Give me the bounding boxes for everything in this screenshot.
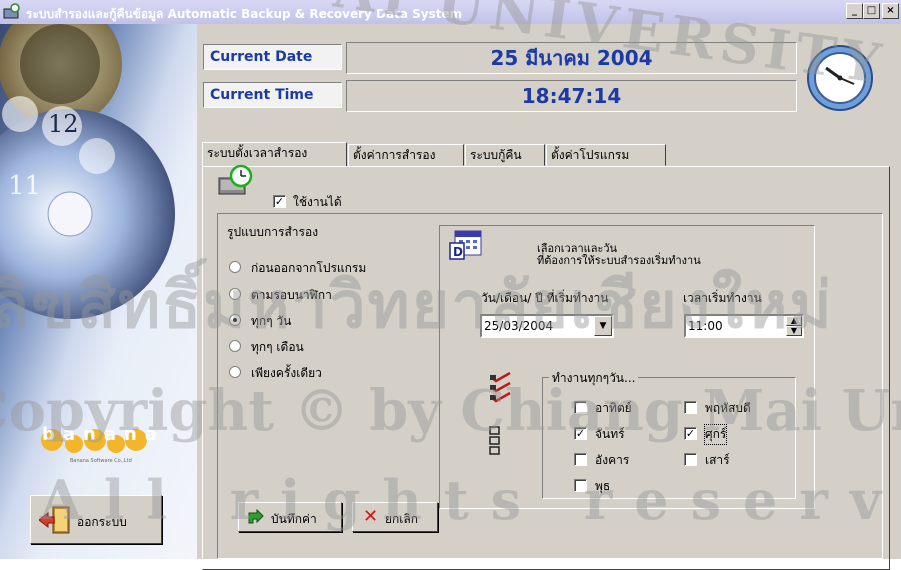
radio-daily[interactable] xyxy=(229,314,241,326)
radio-once[interactable] xyxy=(229,366,241,378)
save-button-label: บันทึกค่า xyxy=(271,512,317,526)
clock-icon xyxy=(807,45,873,111)
select-time-hint-line2: ที่ต้องการให้ระบบสำรองเริ่มทำงาน xyxy=(537,254,701,267)
start-time-label: เวลาเริ่มทำงาน xyxy=(683,291,762,305)
left-banner: 11 12 banana Banana Software Co.,Ltd ออก xyxy=(0,24,197,559)
exit-door-icon xyxy=(39,506,70,534)
logo-text: banana xyxy=(42,424,165,445)
minimize-button[interactable]: _ xyxy=(846,3,863,19)
exit-button[interactable]: ออกระบบ xyxy=(30,495,162,544)
calendar-icon: D xyxy=(449,230,482,260)
radio-monthly-label: ทุกๆ เดือน xyxy=(251,340,304,354)
maximize-button[interactable]: □ xyxy=(863,3,880,19)
svg-text:12: 12 xyxy=(48,110,79,138)
day-thursday-checkbox[interactable] xyxy=(684,401,697,414)
company-logo: banana Banana Software Co.,Ltd xyxy=(40,420,158,464)
day-thursday-label: พฤหัสบดี xyxy=(705,401,751,415)
day-sunday-checkbox[interactable] xyxy=(574,401,587,414)
current-time-value: 18:47:14 xyxy=(346,80,797,112)
exit-button-label: ออกระบบ xyxy=(77,515,127,529)
current-date-value: 25 มีนาคม 2004 xyxy=(346,42,797,74)
day-monday-label: จันทร์ xyxy=(595,427,625,441)
day-friday-checkbox[interactable]: ✓ xyxy=(684,427,697,440)
app-icon xyxy=(3,3,20,19)
radio-daily-label: ทุกๆ วัน xyxy=(251,314,292,328)
cancel-button[interactable]: ✕ ยกเลิก xyxy=(352,502,438,532)
day-saturday-label: เสาร์ xyxy=(705,453,730,467)
cancel-button-label: ยกเลิก xyxy=(385,512,419,526)
window-title: ระบบสำรองและกู้คืนข้อมูล Automatic Backu… xyxy=(26,7,463,21)
radio-once-label: เพียงครั้งเดียว xyxy=(251,366,322,380)
radio-clock-cycle[interactable] xyxy=(229,288,241,300)
empty-checklist-icon xyxy=(489,426,500,455)
days-group-title: ทำงานทุกๆวัน... xyxy=(549,369,639,388)
start-time-value: 11:00 xyxy=(688,319,723,333)
date-dropdown-button[interactable]: ▼ xyxy=(594,316,612,336)
day-sunday-label: อาทิตย์ xyxy=(595,401,632,415)
current-date-label: Current Date xyxy=(203,44,342,70)
time-down-button[interactable]: ▼ xyxy=(786,326,802,336)
radio-before-exit[interactable] xyxy=(229,261,241,273)
cancel-x-icon: ✕ xyxy=(363,506,379,527)
radio-before-exit-label: ก่อนออกจากโปรแกรม xyxy=(251,261,367,275)
day-wednesday-label: พุธ xyxy=(595,479,611,493)
tab-program-settings[interactable]: ตั้งค่าโปรแกรม xyxy=(546,144,666,166)
day-tuesday-checkbox[interactable] xyxy=(574,453,587,466)
start-time-spinner[interactable]: 11:00 ▲ ▼ xyxy=(684,314,804,338)
day-monday-checkbox[interactable]: ✓ xyxy=(574,427,587,440)
start-date-picker[interactable]: 25/03/2004 ▼ xyxy=(480,314,614,338)
day-tuesday-label: อังคาร xyxy=(595,453,630,467)
backup-mode-title: รูปแบบการสำรอง xyxy=(227,225,319,239)
enable-label: ใช้งานได้ xyxy=(293,195,342,209)
save-arrow-icon xyxy=(248,509,264,524)
svg-text:D: D xyxy=(453,245,463,259)
radio-monthly[interactable] xyxy=(229,340,241,352)
tab-backup-settings[interactable]: ตั้งค่าการสำรอง xyxy=(348,144,464,166)
radio-clock-cycle-label: ตามรอบนาฬิกา xyxy=(251,288,332,302)
current-time-label: Current Time xyxy=(203,82,342,108)
main-window: 11 12 banana Banana Software Co.,Ltd ออก xyxy=(0,24,901,570)
day-saturday-checkbox[interactable] xyxy=(684,453,697,466)
checklist-icon xyxy=(490,371,511,403)
logo-subtext: Banana Software Co.,Ltd xyxy=(70,458,132,464)
time-up-button[interactable]: ▲ xyxy=(786,316,802,326)
svg-text:11: 11 xyxy=(8,171,41,201)
close-button[interactable]: × xyxy=(882,3,899,19)
day-friday-label: ศุกร์ xyxy=(703,424,728,445)
enable-checkbox[interactable]: ✓ xyxy=(273,195,286,208)
tab-restore[interactable]: ระบบกู้คืน xyxy=(465,144,545,166)
save-button[interactable]: บันทึกค่า xyxy=(238,502,342,532)
day-wednesday-checkbox[interactable] xyxy=(574,479,587,492)
start-date-value: 25/03/2004 xyxy=(484,319,554,333)
clock-disc-artwork: 11 12 xyxy=(0,24,175,319)
start-date-label: วัน/เดือน/ ปี ที่เริ่มทำงาน xyxy=(481,291,609,305)
title-bar: ระบบสำรองและกู้คืนข้อมูล Automatic Backu… xyxy=(0,0,901,24)
scheduler-icon xyxy=(218,164,253,195)
